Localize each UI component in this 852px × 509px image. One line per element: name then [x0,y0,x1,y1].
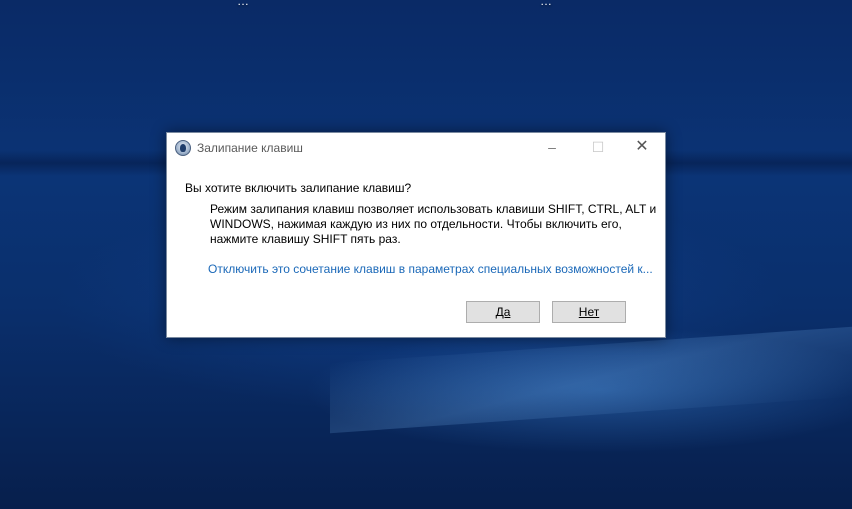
no-button[interactable]: Нет [552,301,626,323]
desktop-icon-label[interactable]: … [237,0,249,8]
accessibility-icon [175,140,191,156]
window-title: Залипание клавиш [197,141,303,155]
close-button[interactable]: ✕ [619,133,665,163]
dialog-question: Вы хотите включить залипание клавиш? [185,181,412,195]
yes-button[interactable]: Да [466,301,540,323]
title-bar[interactable]: Залипание клавиш – ☐ ✕ [167,133,665,163]
sticky-keys-dialog: Залипание клавиш – ☐ ✕ Вы хотите включит… [166,132,666,338]
dialog-description: Режим залипания клавиш позволяет использ… [210,202,657,246]
disable-shortcut-link[interactable]: Отключить это сочетание клавиш в парамет… [208,262,654,276]
desktop-icon-label[interactable]: … [540,0,552,8]
minimize-button[interactable]: – [529,133,575,163]
maximize-button: ☐ [591,139,605,155]
desktop-light-beam [330,326,852,434]
